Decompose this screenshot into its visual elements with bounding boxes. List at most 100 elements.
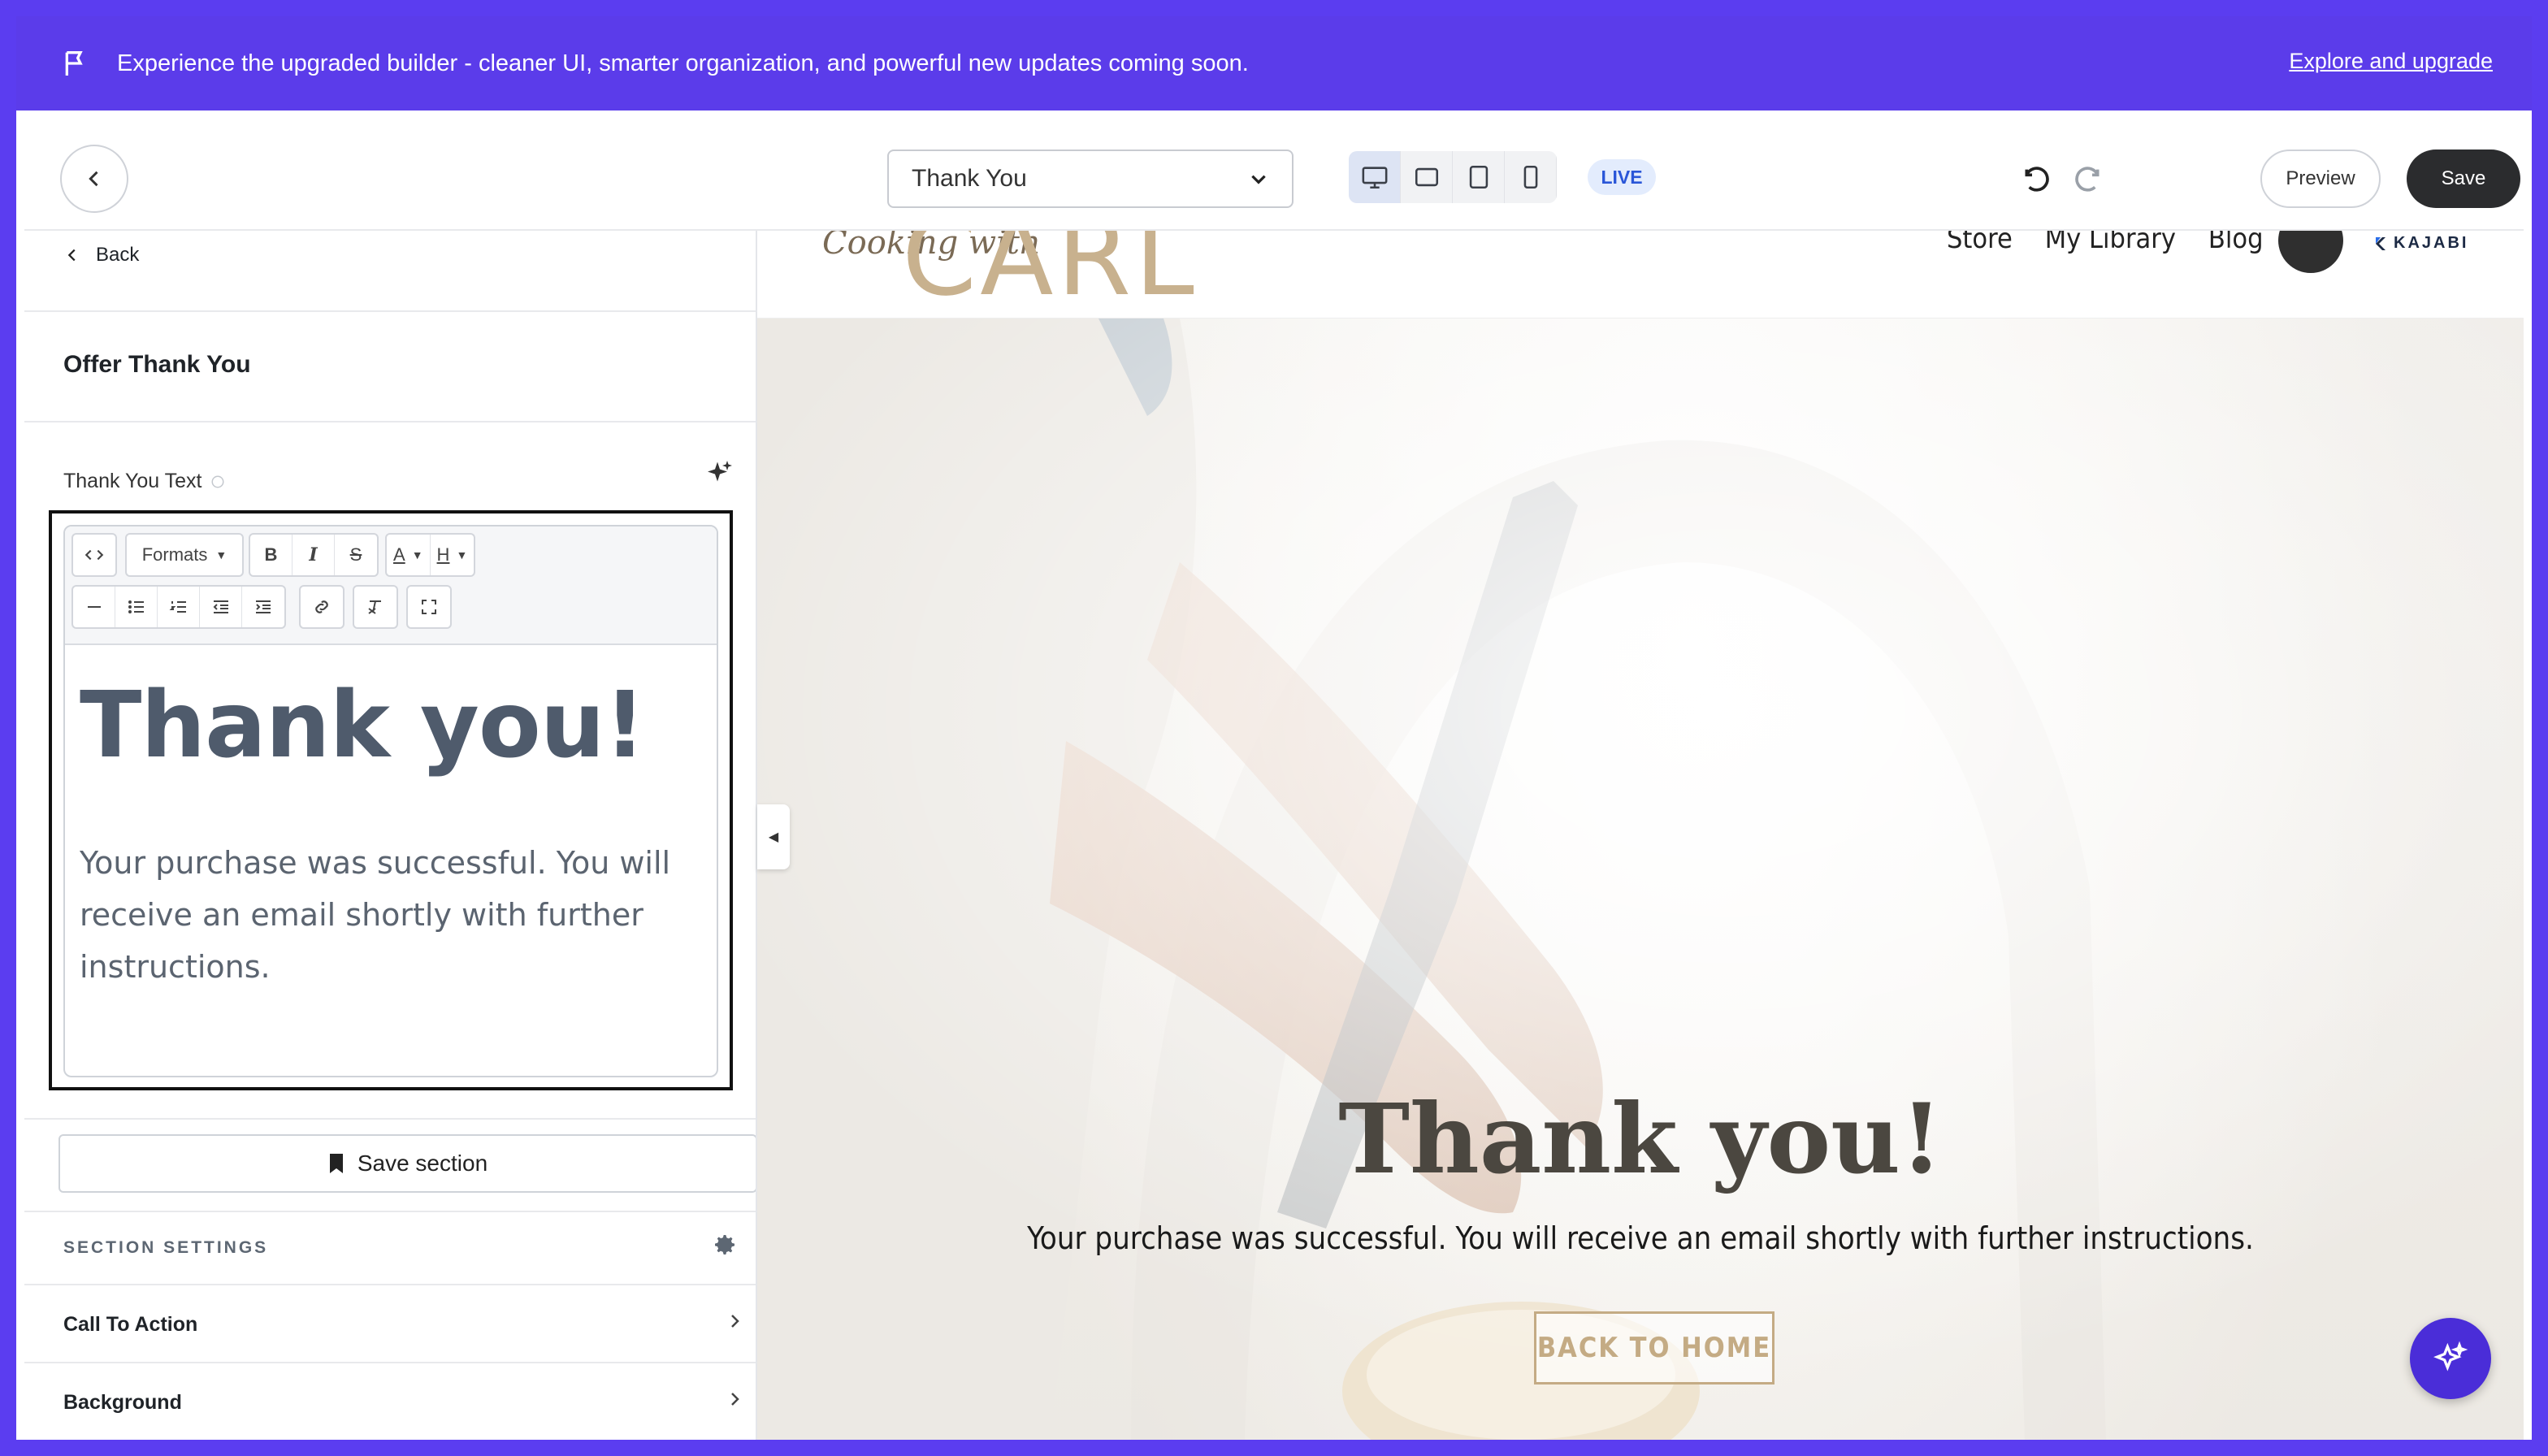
strikethrough-button[interactable]: S [335, 535, 377, 575]
info-icon [211, 475, 224, 488]
link-group [299, 585, 344, 629]
builder-toolbar: Thank You LIVE Preview Save [24, 110, 2524, 231]
save-section-label: Save section [357, 1150, 488, 1176]
kajabi-badge: KAJABI [2374, 234, 2468, 253]
rich-text-editor[interactable]: Formats ▼ B I S A ▼ H ▼ Thank you! Your … [63, 525, 718, 1077]
exit-button[interactable] [60, 145, 128, 213]
nav-store[interactable]: Store [1947, 231, 2013, 255]
clear-formatting-button[interactable] [354, 587, 396, 627]
divider [24, 310, 756, 312]
chevron-down-icon [1251, 175, 1266, 184]
collapse-panel-button[interactable]: ◀ [757, 804, 790, 869]
numbered-list-button[interactable] [158, 587, 200, 627]
color-group: A ▼ H ▼ [385, 533, 476, 577]
back-link[interactable]: Back [63, 244, 139, 266]
chevron-left-icon [67, 249, 76, 262]
call-to-action-item[interactable]: Call To Action [63, 1313, 197, 1337]
upgrade-banner: Experience the upgraded builder - cleane… [16, 16, 2532, 110]
outdent-button[interactable] [200, 587, 242, 627]
kajabi-label: KAJABI [2394, 234, 2469, 252]
kajabi-logo-icon [2376, 236, 2386, 250]
back-label: Back [96, 244, 140, 266]
back-to-home-button[interactable]: BACK TO HOME [1534, 1311, 1774, 1384]
gear-icon[interactable] [712, 1232, 738, 1258]
text-color-button[interactable]: A ▼ [387, 535, 431, 575]
redo-icon[interactable] [2072, 164, 2104, 197]
avatar[interactable] [2278, 231, 2343, 273]
strikethrough-icon: S [349, 544, 362, 565]
fullscreen-icon [422, 600, 436, 614]
nav-blog[interactable]: Blog [2208, 231, 2264, 255]
source-group [72, 533, 117, 577]
fullscreen-button[interactable] [408, 587, 450, 627]
bullet-list-button[interactable] [115, 587, 158, 627]
insert-link-button[interactable] [301, 587, 343, 627]
bullet-list-icon [128, 600, 144, 613]
explore-upgrade-link[interactable]: Explore and upgrade [2289, 49, 2493, 74]
sparkle-icon [2433, 1341, 2468, 1372]
status-badge: LIVE [1588, 159, 1656, 195]
banner-message: Experience the upgraded builder - cleane… [117, 50, 1249, 76]
list-group [72, 585, 286, 629]
desktop-icon [1362, 167, 1387, 189]
page-select[interactable]: Thank You [887, 150, 1294, 208]
device-mobile-button[interactable] [1505, 151, 1557, 203]
section-settings-header: SECTION SETTINGS [63, 1238, 269, 1257]
formats-group: Formats ▼ [125, 533, 244, 577]
save-button[interactable]: Save [2407, 150, 2520, 208]
italic-button[interactable]: I [292, 535, 335, 575]
bookmark-icon [329, 1154, 343, 1173]
editor-heading[interactable]: Thank you! [80, 673, 646, 778]
ai-assistant-button[interactable] [2410, 1318, 2491, 1399]
undo-icon[interactable] [2020, 164, 2052, 197]
site-header: Cooking with CARL Store My Library Blog … [757, 231, 2524, 318]
fullscreen-group [406, 585, 452, 629]
page-select-value: Thank You [912, 165, 1027, 192]
mobile-icon [1523, 165, 1537, 189]
caret-down-icon: ▼ [215, 548, 228, 561]
indent-icon [256, 600, 271, 613]
preview-button[interactable]: Preview [2260, 150, 2381, 208]
device-desktop-button[interactable] [1349, 151, 1401, 203]
editor-toolbar: Formats ▼ B I S A ▼ H ▼ [65, 526, 717, 645]
highlight-color-button[interactable]: H ▼ [431, 535, 474, 575]
save-section-button[interactable]: Save section [58, 1134, 756, 1193]
section-title: Offer Thank You [63, 351, 251, 378]
chevron-right-icon[interactable] [725, 1311, 744, 1331]
formats-dropdown[interactable]: Formats ▼ [127, 535, 242, 575]
bold-icon: B [264, 544, 278, 565]
divider [24, 1284, 756, 1285]
clear-format-group [353, 585, 398, 629]
site-nav: Store My Library Blog [1947, 231, 2264, 255]
caret-down-icon: ▼ [456, 548, 468, 561]
bold-button[interactable]: B [250, 535, 292, 575]
background-item[interactable]: Background [63, 1391, 182, 1415]
caret-left-icon: ◀ [768, 830, 779, 844]
editor-body[interactable]: Your purchase was successful. You will r… [80, 837, 705, 993]
formats-label: Formats [141, 544, 208, 565]
chevron-right-icon[interactable] [725, 1389, 744, 1409]
divider [24, 421, 756, 422]
app-window: Experience the upgraded builder - cleane… [16, 16, 2532, 1440]
nav-my-library[interactable]: My Library [2045, 231, 2176, 255]
indent-button[interactable] [242, 587, 284, 627]
hero-section: Thank you! Your purchase was successful.… [757, 318, 2524, 1440]
italic-icon: I [309, 544, 318, 566]
numbered-list-icon [169, 601, 186, 613]
settings-panel: Back Offer Thank You Thank You Text Form [24, 231, 757, 1440]
horizontal-rule-button[interactable] [73, 587, 115, 627]
field-label-text: Thank You Text [63, 470, 202, 492]
device-tablet-landscape-button[interactable] [1401, 151, 1453, 203]
site-logo[interactable]: CARL [902, 231, 1198, 318]
chevron-left-icon [89, 171, 98, 187]
baker-background-image [757, 318, 2524, 1440]
style-group: B I S [249, 533, 379, 577]
device-tablet-portrait-button[interactable] [1453, 151, 1505, 203]
hero-title: Thank you! [1338, 1082, 1943, 1195]
divider [24, 1362, 756, 1363]
link-icon [315, 600, 328, 613]
divider [24, 1211, 756, 1212]
source-code-button[interactable] [73, 535, 115, 575]
tablet-landscape-icon [1415, 167, 1438, 187]
ai-sparkle-icon[interactable] [705, 458, 734, 488]
